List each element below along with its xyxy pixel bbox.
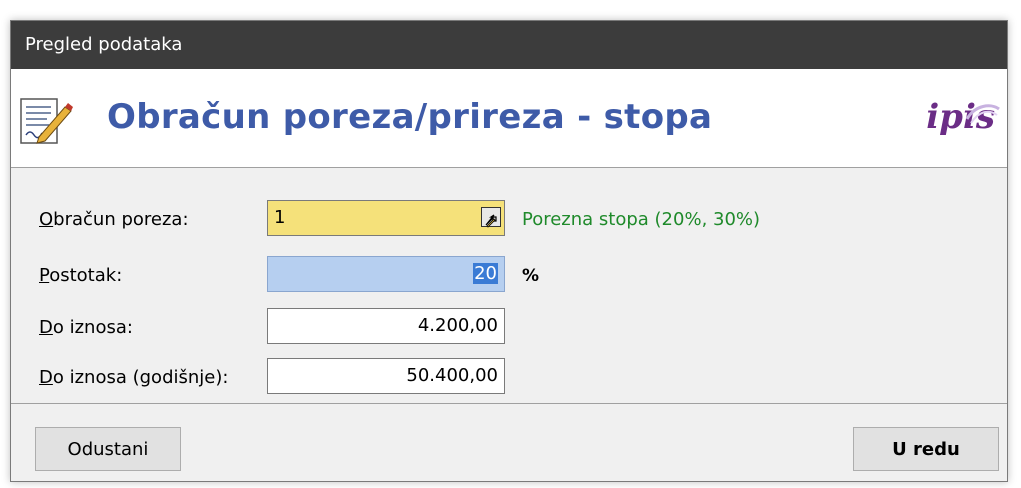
amount-limit-field[interactable]: 4.200,00 <box>267 308 505 344</box>
cancel-button[interactable]: Odustani <box>35 427 181 471</box>
annual-amount-limit-field[interactable]: 50.400,00 <box>267 358 505 394</box>
dialog-heading: Obračun poreza/prireza - stopa <box>107 97 713 137</box>
document-edit-icon <box>20 98 73 144</box>
dialog-footer: Odustani U redu <box>11 403 1007 481</box>
tax-calc-label: Obračun poreza: <box>39 209 189 230</box>
annual-amount-limit-value: 50.400,00 <box>406 365 498 386</box>
percentage-field[interactable]: 20 <box>267 256 505 292</box>
annual-amount-limit-label: Do iznosa (godišnje): <box>39 367 229 388</box>
percentage-value: 20 <box>473 263 498 284</box>
dialog-window: Pregled podataka Obračun poreza/prireza … <box>10 20 1008 482</box>
window-title: Pregled podataka <box>25 34 183 55</box>
tax-calc-value: 1 <box>274 207 286 228</box>
window-titlebar[interactable]: Pregled podataka <box>11 21 1007 69</box>
ok-button[interactable]: U redu <box>853 427 999 471</box>
percentage-label: Postotak: <box>39 265 123 286</box>
amount-limit-label: Do iznosa: <box>39 317 133 338</box>
percent-suffix: % <box>522 266 540 286</box>
amount-limit-value: 4.200,00 <box>417 315 498 336</box>
tax-rate-hint: Porezna stopa (20%, 30%) <box>522 209 761 230</box>
logo-swirl-icon <box>965 104 1000 124</box>
tax-calc-field[interactable]: 1 <box>267 200 505 236</box>
lookup-arrow-icon <box>485 214 497 228</box>
form-area: Obračun poreza: 1 Porezna stopa (20%, 30… <box>11 168 1007 403</box>
lookup-button[interactable] <box>481 207 501 228</box>
dialog-header: Obračun poreza/prireza - stopa ipis <box>11 69 1007 168</box>
